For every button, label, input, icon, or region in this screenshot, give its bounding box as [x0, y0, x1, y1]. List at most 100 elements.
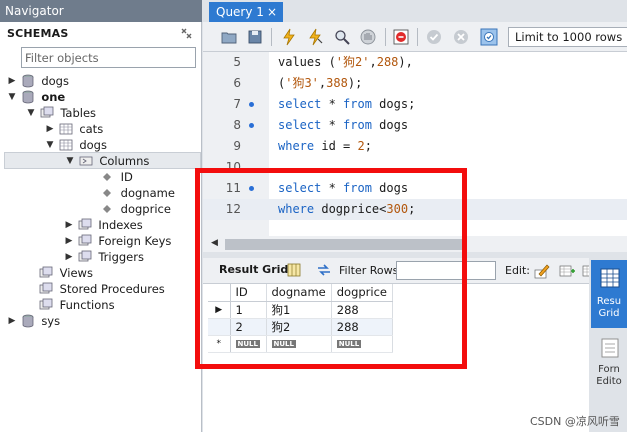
stored-procedures-folder-icon: [39, 282, 53, 294]
sql-text: dogs: [371, 118, 409, 132]
open-folder-icon[interactable]: [220, 28, 238, 46]
columns-folder-icon: [79, 156, 93, 166]
rollback-x-icon[interactable]: [452, 28, 470, 46]
table-icon: [59, 123, 73, 135]
collapse-arrow-icon[interactable]: ▼: [65, 153, 75, 169]
sql-text: dogs;: [371, 97, 416, 111]
table-icon: [59, 139, 73, 151]
sql-keyword: select: [278, 97, 322, 111]
tree-schema-one[interactable]: ▼ one: [7, 89, 66, 105]
tree-column-dogprice[interactable]: dogprice: [100, 201, 171, 217]
code-line[interactable]: 6 ('狗3',388);: [203, 73, 627, 94]
tree-foreign-keys[interactable]: ▶ Foreign Keys: [64, 233, 172, 249]
toolbar-separator: [385, 28, 386, 46]
code-text: select * from dogs: [278, 115, 408, 136]
toolbar-separator: [417, 28, 418, 46]
form-editor-icon: [601, 338, 619, 358]
sql-text: ;: [364, 139, 372, 153]
insert-row-icon[interactable]: [558, 262, 576, 280]
expand-arrow-icon[interactable]: ▶: [7, 313, 17, 329]
side-result-grid-button[interactable]: Resu Grid: [591, 260, 627, 328]
refresh-schemas-icon[interactable]: [179, 26, 193, 40]
expand-arrow-icon[interactable]: ▶: [64, 233, 74, 249]
tree-table-dogs[interactable]: ▼ dogs: [45, 137, 107, 153]
autocommit-toggle-icon[interactable]: [480, 28, 498, 46]
code-text: values ('狗2',288),: [278, 52, 413, 73]
tree-column-id[interactable]: ID: [100, 169, 133, 185]
code-line[interactable]: 5 values ('狗2',288),: [203, 52, 627, 73]
sql-number: 2: [357, 139, 365, 153]
collapse-arrow-icon[interactable]: ▼: [26, 105, 36, 121]
side-form-editor-label-1: Forn: [598, 364, 620, 375]
tree-indexes[interactable]: ▶ Indexes: [64, 217, 143, 233]
result-grid-icon: [600, 268, 620, 288]
statement-marker-icon: [249, 102, 254, 107]
execute-lightning-icon[interactable]: [280, 28, 298, 46]
functions-folder-icon: [39, 298, 53, 310]
code-line[interactable]: 9 where id = 2;: [203, 136, 627, 157]
close-tab-icon[interactable]: ×: [267, 2, 277, 22]
expand-arrow-icon[interactable]: ▶: [64, 217, 74, 233]
tree-schema-dogs[interactable]: ▶ dogs: [7, 73, 69, 89]
sql-keyword: select: [278, 118, 322, 132]
sql-string: '狗2': [335, 55, 370, 69]
tree-columns[interactable]: ▼ Columns: [4, 152, 201, 169]
tree-tables[interactable]: ▼ Tables: [26, 105, 97, 121]
query-tab-bar: Query 1 ×: [203, 0, 627, 22]
sql-string: '狗3': [285, 76, 319, 90]
line-number: 9: [233, 139, 241, 153]
navigator-panel: Navigator SCHEMAS ▶ dogs ▼ one ▼ Tables …: [0, 0, 202, 432]
limit-rows-select[interactable]: Limit to 1000 rows: [508, 27, 627, 47]
code-text: where id = 2;: [278, 136, 372, 157]
red-highlight-box: [195, 168, 467, 369]
code-line[interactable]: 8 select * from dogs: [203, 115, 627, 136]
tree-stored-procedures[interactable]: Stored Procedures: [39, 281, 165, 297]
sql-text: ),: [398, 55, 413, 69]
statement-marker-icon: [249, 123, 254, 128]
schemas-header: SCHEMAS: [7, 27, 69, 40]
line-number: 7: [233, 97, 241, 111]
explain-magnifier-icon[interactable]: [333, 28, 351, 46]
sql-keyword: where: [278, 139, 315, 153]
tree-schema-sys[interactable]: ▶ sys: [7, 313, 61, 329]
sql-text: *: [321, 118, 344, 132]
sql-text: *: [321, 97, 344, 111]
filter-objects-input[interactable]: [21, 47, 196, 68]
code-text: select * from dogs;: [278, 94, 415, 115]
tables-folder-icon: [40, 106, 54, 118]
tree-views[interactable]: Views: [39, 265, 93, 281]
execute-current-lightning-icon[interactable]: [306, 28, 324, 46]
line-number: 6: [233, 76, 241, 90]
collapse-arrow-icon[interactable]: ▼: [7, 89, 17, 105]
code-line[interactable]: 7 select * from dogs;: [203, 94, 627, 115]
collapse-arrow-icon[interactable]: ▼: [45, 137, 55, 153]
expand-arrow-icon[interactable]: ▶: [7, 73, 17, 89]
tab-query-1[interactable]: Query 1 ×: [209, 2, 283, 22]
database-icon: [22, 90, 34, 104]
line-number: 8: [233, 118, 241, 132]
expand-arrow-icon[interactable]: ▶: [64, 249, 74, 265]
indexes-folder-icon: [78, 218, 92, 230]
tree-column-dogname[interactable]: dogname: [100, 185, 175, 201]
column-diamond-icon: [103, 189, 111, 197]
navigator-title: Navigator: [0, 0, 202, 22]
result-side-panel: Resu Grid Forn Edito: [589, 258, 627, 432]
triggers-folder-icon: [78, 250, 92, 262]
expand-arrow-icon[interactable]: ▶: [45, 121, 55, 137]
database-icon: [22, 74, 34, 88]
sql-text: id =: [314, 139, 358, 153]
side-form-editor-button[interactable]: Forn Edito: [591, 332, 627, 392]
tree-table-cats[interactable]: ▶ cats: [45, 121, 104, 137]
sql-text: values (: [278, 55, 336, 69]
tree-triggers[interactable]: ▶ Triggers: [64, 249, 144, 265]
edit-row-pencil-icon[interactable]: [533, 262, 551, 280]
watermark: CSDN @凉风听雪: [530, 415, 620, 428]
stop-on-error-icon[interactable]: [392, 28, 410, 46]
sql-text: ,: [369, 55, 377, 69]
commit-check-icon[interactable]: [425, 28, 443, 46]
sql-number: 388: [326, 76, 348, 90]
side-result-grid-label-1: Resu: [596, 296, 622, 307]
save-icon[interactable]: [246, 28, 264, 46]
tree-functions[interactable]: Functions: [39, 297, 115, 313]
stop-hand-icon[interactable]: [359, 28, 377, 46]
